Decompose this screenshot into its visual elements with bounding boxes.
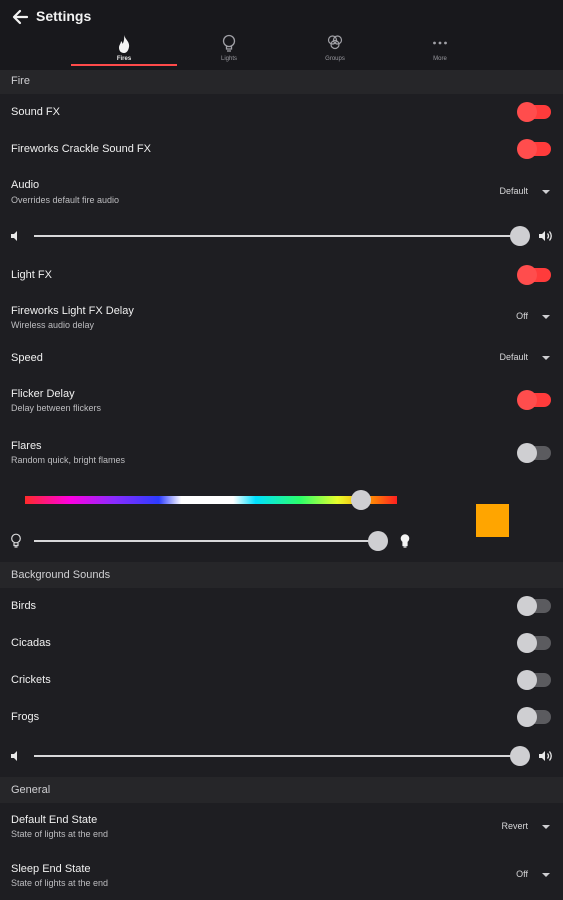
dropdown-value: Revert (501, 821, 528, 831)
setting-default-end-state: Default End State State of lights at the… (0, 803, 563, 852)
setting-crickets: Crickets (0, 662, 563, 699)
setting-speed: Speed Default (0, 340, 563, 376)
speed-dropdown[interactable]: Default (470, 350, 556, 366)
flicker-delay-toggle[interactable] (517, 390, 553, 410)
setting-label: Sleep End State (11, 863, 91, 875)
volume-slider-thumb[interactable] (510, 226, 530, 246)
setting-label: Birds (11, 600, 37, 612)
setting-fireworks-light-delay: Fireworks Light FX Delay Wireless audio … (0, 294, 563, 340)
fireworks-crackle-toggle[interactable] (517, 139, 553, 159)
tab-label: Fires (116, 56, 132, 62)
tab-lights[interactable]: Lights (176, 32, 282, 66)
app-header: Settings Fires Lights Groups More (0, 0, 563, 70)
setting-label: Audio (11, 179, 40, 191)
background-volume-slider-row (0, 743, 563, 769)
lightbulb-bright-icon (400, 534, 410, 548)
brightness-slider-track[interactable] (34, 540, 379, 542)
dropdown-value: Off (516, 869, 528, 879)
tab-label: More (433, 56, 447, 62)
audio-dropdown[interactable]: Default (470, 184, 556, 200)
setting-birds: Birds (0, 588, 563, 625)
setting-cicadas: Cicadas (0, 625, 563, 662)
flame-icon (119, 35, 130, 53)
tab-fires[interactable]: Fires (71, 32, 177, 66)
setting-fireworks-crackle: Fireworks Crackle Sound FX (0, 131, 563, 168)
cicadas-toggle[interactable] (517, 633, 553, 653)
section-title: Fire (11, 75, 30, 87)
setting-audio: Audio Overrides default fire audio Defau… (0, 168, 563, 220)
chevron-down-icon (542, 190, 550, 194)
section-title: Background Sounds (11, 569, 111, 581)
setting-flares: Flares Random quick, bright flames (0, 426, 563, 480)
volume-low-icon (11, 231, 17, 241)
setting-label: Cicadas (11, 637, 51, 649)
more-icon (433, 41, 447, 45)
dropdown-value: Default (499, 352, 528, 362)
setting-light-fx: Light FX (0, 257, 563, 294)
chevron-down-icon (542, 873, 550, 877)
setting-sound-fx: Sound FX (0, 94, 563, 131)
hue-slider-thumb[interactable] (351, 490, 371, 510)
section-header-background-sounds: Background Sounds (0, 562, 563, 588)
brightness-slider-thumb[interactable] (368, 531, 388, 551)
crickets-toggle[interactable] (517, 670, 553, 690)
setting-label: Default End State (11, 814, 98, 826)
default-end-state-dropdown[interactable]: Revert (470, 819, 556, 835)
setting-label: Speed (11, 352, 43, 364)
sound-fx-toggle[interactable] (517, 102, 553, 122)
volume-slider-track[interactable] (34, 755, 520, 757)
setting-label: Sound FX (11, 106, 60, 118)
setting-label: Light FX (11, 269, 52, 281)
setting-sublabel: Delay between flickers (11, 403, 102, 413)
section-header-fire: Fire (0, 70, 563, 94)
setting-label: Flicker Delay (11, 388, 75, 400)
setting-sublabel: Overrides default fire audio (11, 195, 120, 205)
dropdown-value: Off (516, 311, 528, 321)
chevron-down-icon (542, 315, 550, 319)
setting-label: Frogs (11, 711, 40, 723)
group-icon (327, 35, 343, 50)
tab-more[interactable]: More (387, 32, 493, 66)
setting-sublabel: State of lights at the end (11, 878, 109, 888)
hue-slider-track[interactable] (25, 496, 397, 504)
lightbulb-icon (222, 34, 236, 52)
setting-label: Fireworks Crackle Sound FX (11, 143, 151, 155)
chevron-down-icon (542, 356, 550, 360)
volume-slider-track[interactable] (34, 235, 520, 237)
sleep-end-state-dropdown[interactable]: Off (470, 867, 556, 883)
selected-color-swatch[interactable] (476, 504, 509, 537)
setting-label: Fireworks Light FX Delay (11, 305, 134, 317)
fire-volume-slider-row (0, 223, 563, 249)
setting-sleep-end-state: Sleep End State State of lights at the e… (0, 852, 563, 900)
tab-label: Lights (220, 56, 237, 62)
flares-toggle[interactable] (517, 443, 553, 463)
fireworks-delay-dropdown[interactable]: Off (470, 309, 556, 325)
volume-slider-thumb[interactable] (510, 746, 530, 766)
page-title: Settings (36, 8, 92, 24)
setting-sublabel: State of lights at the end (11, 829, 109, 839)
section-title: General (11, 784, 51, 796)
dropdown-value: Default (499, 186, 528, 196)
setting-sublabel: Wireless audio delay (11, 320, 95, 330)
setting-label: Flares (11, 440, 42, 452)
setting-frogs: Frogs (0, 699, 563, 736)
volume-high-icon (539, 751, 552, 761)
tab-groups[interactable]: Groups (282, 32, 388, 66)
volume-high-icon (539, 231, 552, 241)
volume-low-icon (11, 751, 17, 761)
chevron-down-icon (542, 825, 550, 829)
back-arrow-icon[interactable] (9, 6, 31, 28)
light-fx-toggle[interactable] (517, 265, 553, 285)
setting-label: Crickets (11, 674, 51, 686)
tab-label: Groups (325, 56, 345, 62)
birds-toggle[interactable] (517, 596, 553, 616)
frogs-toggle[interactable] (517, 707, 553, 727)
setting-sublabel: Random quick, bright flames (11, 455, 126, 465)
section-header-general: General (0, 777, 563, 803)
lightbulb-dim-icon (11, 533, 21, 548)
active-tab-indicator (71, 64, 177, 66)
setting-flicker-delay: Flicker Delay Delay between flickers (0, 376, 563, 426)
